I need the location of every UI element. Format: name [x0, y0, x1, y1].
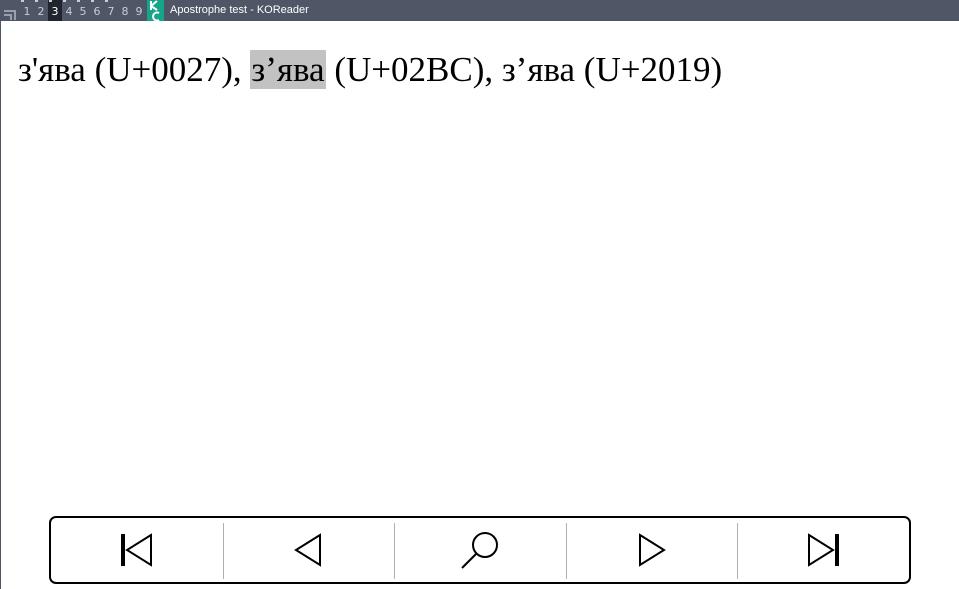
search-icon	[461, 532, 498, 569]
separator	[222, 523, 224, 579]
highlighted-word[interactable]: зʼява	[250, 50, 326, 89]
workspace-1[interactable]: 1	[20, 0, 34, 21]
next-page-button[interactable]	[565, 518, 738, 582]
koreader-app-icon	[147, 0, 164, 22]
text-after: (U+02BC), з’ява (U+2019)	[334, 50, 723, 89]
page-navigation-bar	[49, 516, 911, 584]
workspace-5[interactable]: 5	[76, 0, 90, 21]
text-before: з'ява (U+0027),	[18, 50, 242, 89]
document-text[interactable]: з'ява (U+0027), зʼява (U+02BC), з’ява (U…	[18, 46, 722, 94]
separator	[737, 523, 739, 579]
separator	[565, 523, 567, 579]
workspace-2[interactable]: 2	[34, 0, 48, 21]
workspace-4[interactable]: 4	[62, 0, 76, 21]
previous-page-button[interactable]	[222, 518, 395, 582]
window-title: Apostrophe test - KOReader	[170, 4, 309, 16]
window-border	[0, 21, 1, 589]
last-page-button[interactable]	[737, 518, 909, 582]
separator	[394, 523, 396, 579]
previous-icon	[294, 533, 322, 567]
title-bar: 1 2 3 4 5 6 7 8 9 Apostrophe test - KORe…	[0, 0, 959, 22]
workspace-6[interactable]: 6	[90, 0, 104, 21]
workspace-9[interactable]: 9	[132, 0, 146, 21]
search-button[interactable]	[394, 518, 566, 582]
workspace-switcher: 1 2 3 4 5 6 7 8 9	[20, 0, 146, 21]
next-icon	[638, 533, 666, 567]
last-page-icon	[808, 533, 840, 567]
workspace-8[interactable]: 8	[118, 0, 132, 21]
menu-corner-icon[interactable]	[0, 0, 20, 21]
workspace-3[interactable]: 3	[48, 0, 62, 21]
first-page-icon	[120, 533, 152, 567]
workspace-7[interactable]: 7	[104, 0, 118, 21]
first-page-button[interactable]	[51, 518, 223, 582]
